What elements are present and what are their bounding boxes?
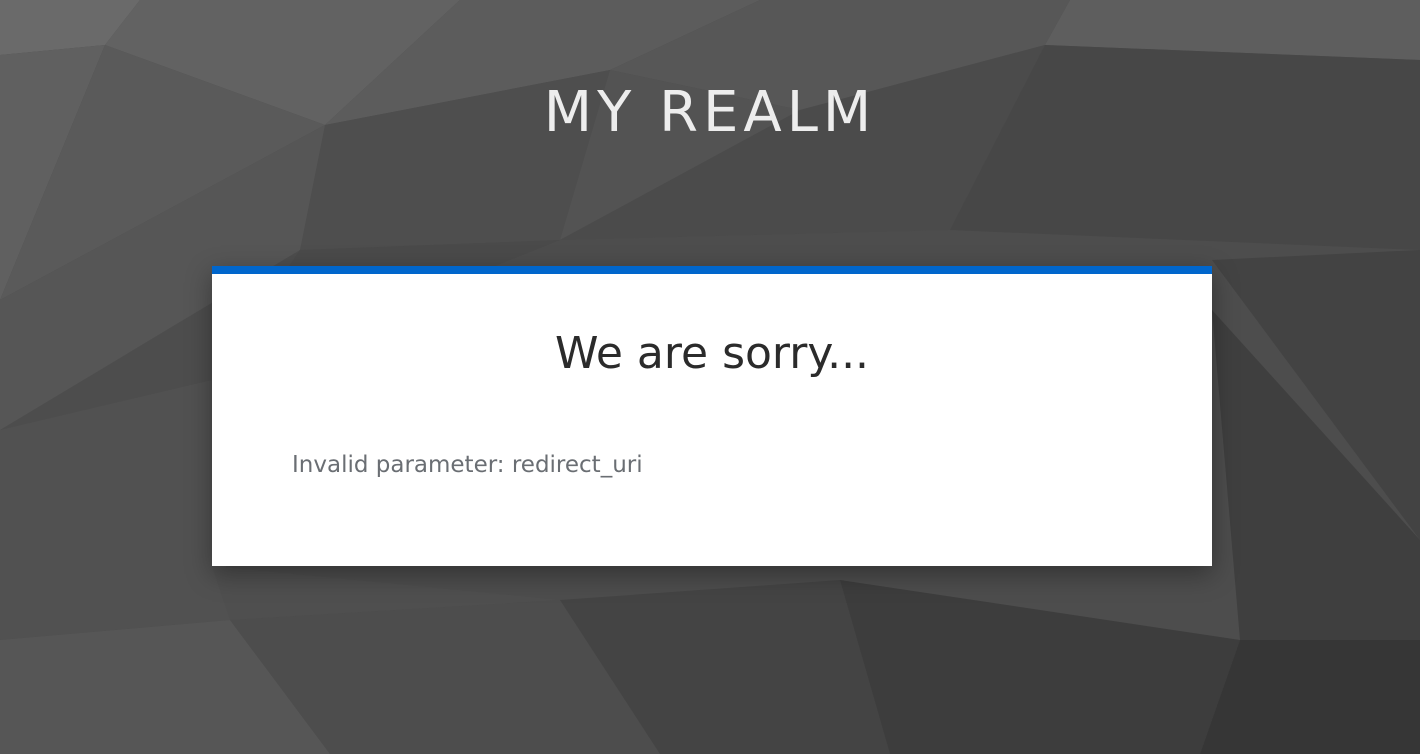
- error-heading: We are sorry...: [554, 328, 870, 379]
- error-message: Invalid parameter: redirect_uri: [292, 452, 643, 478]
- error-card: We are sorry... Invalid parameter: redir…: [212, 266, 1212, 566]
- realm-title: MY REALM: [543, 80, 877, 145]
- card-accent-bar: [212, 266, 1212, 274]
